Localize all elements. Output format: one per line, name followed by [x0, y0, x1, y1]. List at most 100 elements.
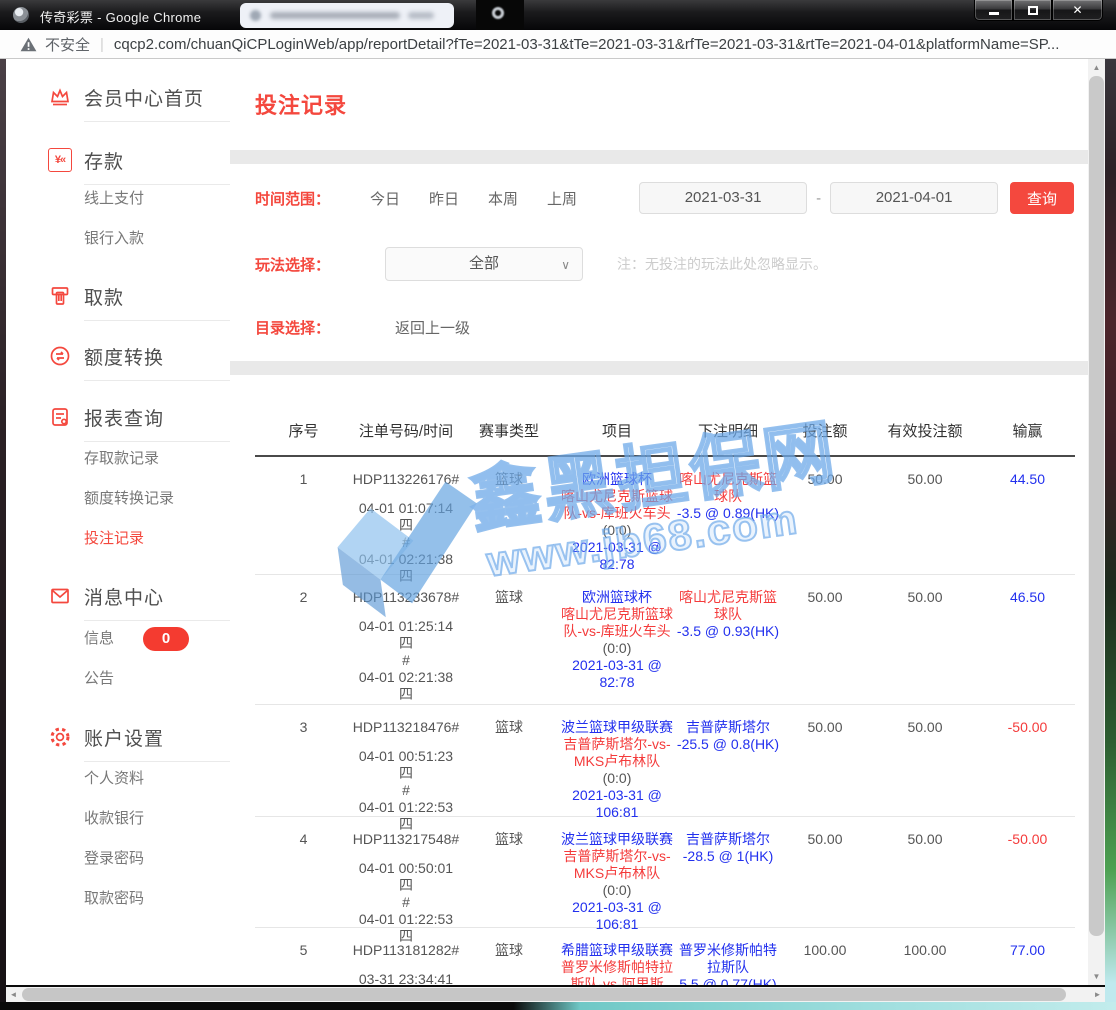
- scroll-right-arrow-icon[interactable]: ►: [1090, 987, 1105, 1002]
- maximize-icon: [1028, 6, 1038, 15]
- minimize-button[interactable]: [974, 0, 1013, 21]
- sidebar-item-quota-transfer-records[interactable]: 额度转换记录: [84, 487, 174, 511]
- cell-order: HDP113233678# 04-01 01:25:14 四#04-01 02:…: [352, 575, 460, 704]
- window-border-right: [1105, 59, 1116, 1002]
- minimize-icon: [989, 12, 999, 15]
- sidebar-divider: [84, 121, 230, 122]
- play-type-select[interactable]: 全部 ∨: [385, 247, 583, 281]
- filters-card: 时间范围： 今日 昨日 本周 上周 2021-03-31 - 2021-04-0…: [230, 164, 1088, 361]
- main-content: 投注记录 时间范围： 今日 昨日 本周 上周 2021-03-31 - 2021…: [230, 59, 1088, 985]
- horizontal-scrollbar-thumb[interactable]: [22, 988, 1066, 1001]
- col-header-item: 项目: [558, 420, 676, 441]
- sidebar-item-announcements[interactable]: 公告: [84, 667, 114, 691]
- cell-valid-amount: 50.00: [870, 457, 980, 585]
- quick-link-today[interactable]: 今日: [370, 188, 400, 209]
- cell-valid-amount: 100.00: [870, 928, 980, 985]
- sidebar-divider: [84, 184, 230, 185]
- cell-valid-amount: 50.00: [870, 817, 980, 945]
- cell-order: HDP113217548# 04-01 00:50:01 四#04-01 01:…: [352, 817, 460, 945]
- maximize-button[interactable]: [1013, 0, 1052, 21]
- cell-winloss: -50.00: [980, 705, 1075, 833]
- vertical-scrollbar-thumb[interactable]: [1089, 76, 1104, 936]
- scroll-down-arrow-icon[interactable]: ▼: [1088, 968, 1105, 985]
- sidebar-item-receiving-bank[interactable]: 收款银行: [84, 807, 144, 831]
- table-row: 3 HDP113218476# 04-01 00:51:23 四#04-01 0…: [255, 705, 1075, 817]
- sidebar-item-bank-deposit[interactable]: 银行入款: [84, 227, 144, 251]
- background-app-thumbnail: [476, 0, 524, 30]
- cell-seq: 4: [255, 817, 352, 945]
- table-header-row: 序号 注单号码/时间 赛事类型 项目 下注明细 投注额 有效投注额 输赢: [255, 420, 1075, 441]
- chrome-app-icon: [13, 7, 29, 23]
- url-omnibox[interactable]: cqcp2.com/chuanQiCPLoginWeb/app/reportDe…: [114, 36, 1059, 53]
- sidebar-item-withdraw-password[interactable]: 取款密码: [84, 887, 144, 911]
- cell-order: HDP113226176# 04-01 01:07:14 四#04-01 02:…: [352, 457, 460, 585]
- date-to-input[interactable]: 2021-04-01: [830, 182, 998, 214]
- col-header-bet-amount: 投注额: [780, 420, 870, 441]
- sidebar-item-label: 消息中心: [84, 583, 164, 610]
- sidebar-item-personal-profile[interactable]: 个人资料: [84, 767, 144, 791]
- sidebar-item-message-center[interactable]: 消息中心: [6, 572, 230, 620]
- sidebar-item-deposit[interactable]: ¥« 存款: [6, 136, 230, 184]
- cell-detail: 吉普萨斯塔尔 -28.5 @ 1(HK): [676, 817, 780, 945]
- url-separator: |: [100, 36, 104, 53]
- vertical-scrollbar: ▲ ▼: [1088, 59, 1105, 985]
- cell-sport: 篮球: [460, 817, 558, 945]
- col-header-valid-amount: 有效投注额: [870, 420, 980, 441]
- sidebar-item-betting-records[interactable]: 投注记录: [84, 527, 144, 551]
- scroll-up-arrow-icon[interactable]: ▲: [1088, 59, 1105, 76]
- sidebar-item-online-payment[interactable]: 线上支付: [84, 187, 144, 211]
- sidebar-item-account-settings[interactable]: 账户设置: [6, 713, 230, 761]
- sidebar-item-login-password[interactable]: 登录密码: [84, 847, 144, 871]
- back-to-parent-link[interactable]: 返回上一级: [395, 317, 470, 338]
- cell-item: 欧洲篮球杯 喀山尤尼克斯篮球队-vs-库班火车头 (0:0) 2021-03-3…: [558, 457, 676, 585]
- quick-link-last-week[interactable]: 上周: [547, 188, 577, 209]
- sidebar-item-member-home[interactable]: 会员中心首页: [6, 73, 230, 121]
- sidebar-divider: [84, 380, 230, 381]
- table-row: 4 HDP113217548# 04-01 00:50:01 四#04-01 0…: [255, 817, 1075, 928]
- quick-link-this-week[interactable]: 本周: [488, 188, 518, 209]
- cell-sport: 篮球: [460, 575, 558, 704]
- sidebar-divider: [84, 761, 230, 762]
- cell-sport: 篮球: [460, 457, 558, 585]
- sidebar-item-withdraw[interactable]: 取款: [6, 272, 230, 320]
- cell-detail: 喀山尤尼克斯篮球队 -3.5 @ 0.93(HK): [676, 575, 780, 704]
- window-border-left: [0, 59, 6, 1002]
- security-label: 不安全: [45, 34, 90, 55]
- cell-item: 波兰篮球甲级联赛 吉普萨斯塔尔-vs-MKS卢布林队 (0:0) 2021-03…: [558, 817, 676, 945]
- sidebar-item-quota-transfer[interactable]: 额度转换: [6, 332, 230, 380]
- play-select-note: 注：无投注的玩法此处忽略显示。: [617, 247, 827, 281]
- col-header-order-time: 注单号码/时间: [352, 420, 460, 441]
- cell-detail: 普罗米修斯帕特拉斯队 5.5 @ 0.77(HK): [676, 928, 780, 985]
- col-header-winloss: 输赢: [980, 420, 1075, 441]
- cell-winloss: 77.00: [980, 928, 1075, 985]
- quick-link-yesterday[interactable]: 昨日: [429, 188, 459, 209]
- sidebar-divider: [84, 441, 230, 442]
- play-type-selected-value: 全部: [469, 255, 499, 272]
- date-range-separator: -: [816, 190, 821, 207]
- table-body: 1 HDP113226176# 04-01 01:07:14 四#04-01 0…: [255, 457, 1075, 985]
- ghost-app-icon: [492, 7, 504, 19]
- sidebar-item-report-query[interactable]: 报表查询: [6, 393, 230, 441]
- horizontal-scrollbar: ◄ ►: [6, 987, 1105, 1002]
- date-from-input[interactable]: 2021-03-31: [639, 182, 807, 214]
- browser-window: 传奇彩票 - Google Chrome ✕ 不安全 | cqcp2.com/c…: [0, 0, 1116, 1010]
- sidebar-item-messages[interactable]: 信息: [84, 627, 114, 651]
- chevron-down-icon: ∨: [561, 249, 570, 281]
- cell-sport: 篮球: [460, 928, 558, 985]
- table-row: 5 HDP113181282# 03-31 23:34:41 三 篮球 希腊篮球…: [255, 928, 1075, 985]
- sidebar-item-label: 账户设置: [84, 724, 164, 751]
- cell-amount: 50.00: [780, 817, 870, 945]
- cell-seq: 3: [255, 705, 352, 833]
- directory-select-label: 目录选择：: [255, 317, 370, 338]
- query-button[interactable]: 查询: [1010, 182, 1074, 214]
- sidebar-item-label: 会员中心首页: [84, 84, 204, 111]
- background-window-preview: [240, 3, 454, 28]
- col-header-bet-detail: 下注明细: [676, 420, 780, 441]
- cell-amount: 50.00: [780, 705, 870, 833]
- scroll-left-arrow-icon[interactable]: ◄: [6, 987, 21, 1002]
- sidebar-item-label: 存款: [84, 147, 124, 174]
- cell-seq: 1: [255, 457, 352, 585]
- table-row: 2 HDP113233678# 04-01 01:25:14 四#04-01 0…: [255, 575, 1075, 705]
- close-button[interactable]: ✕: [1052, 0, 1103, 21]
- sidebar-item-deposit-withdraw-records[interactable]: 存取款记录: [84, 447, 159, 471]
